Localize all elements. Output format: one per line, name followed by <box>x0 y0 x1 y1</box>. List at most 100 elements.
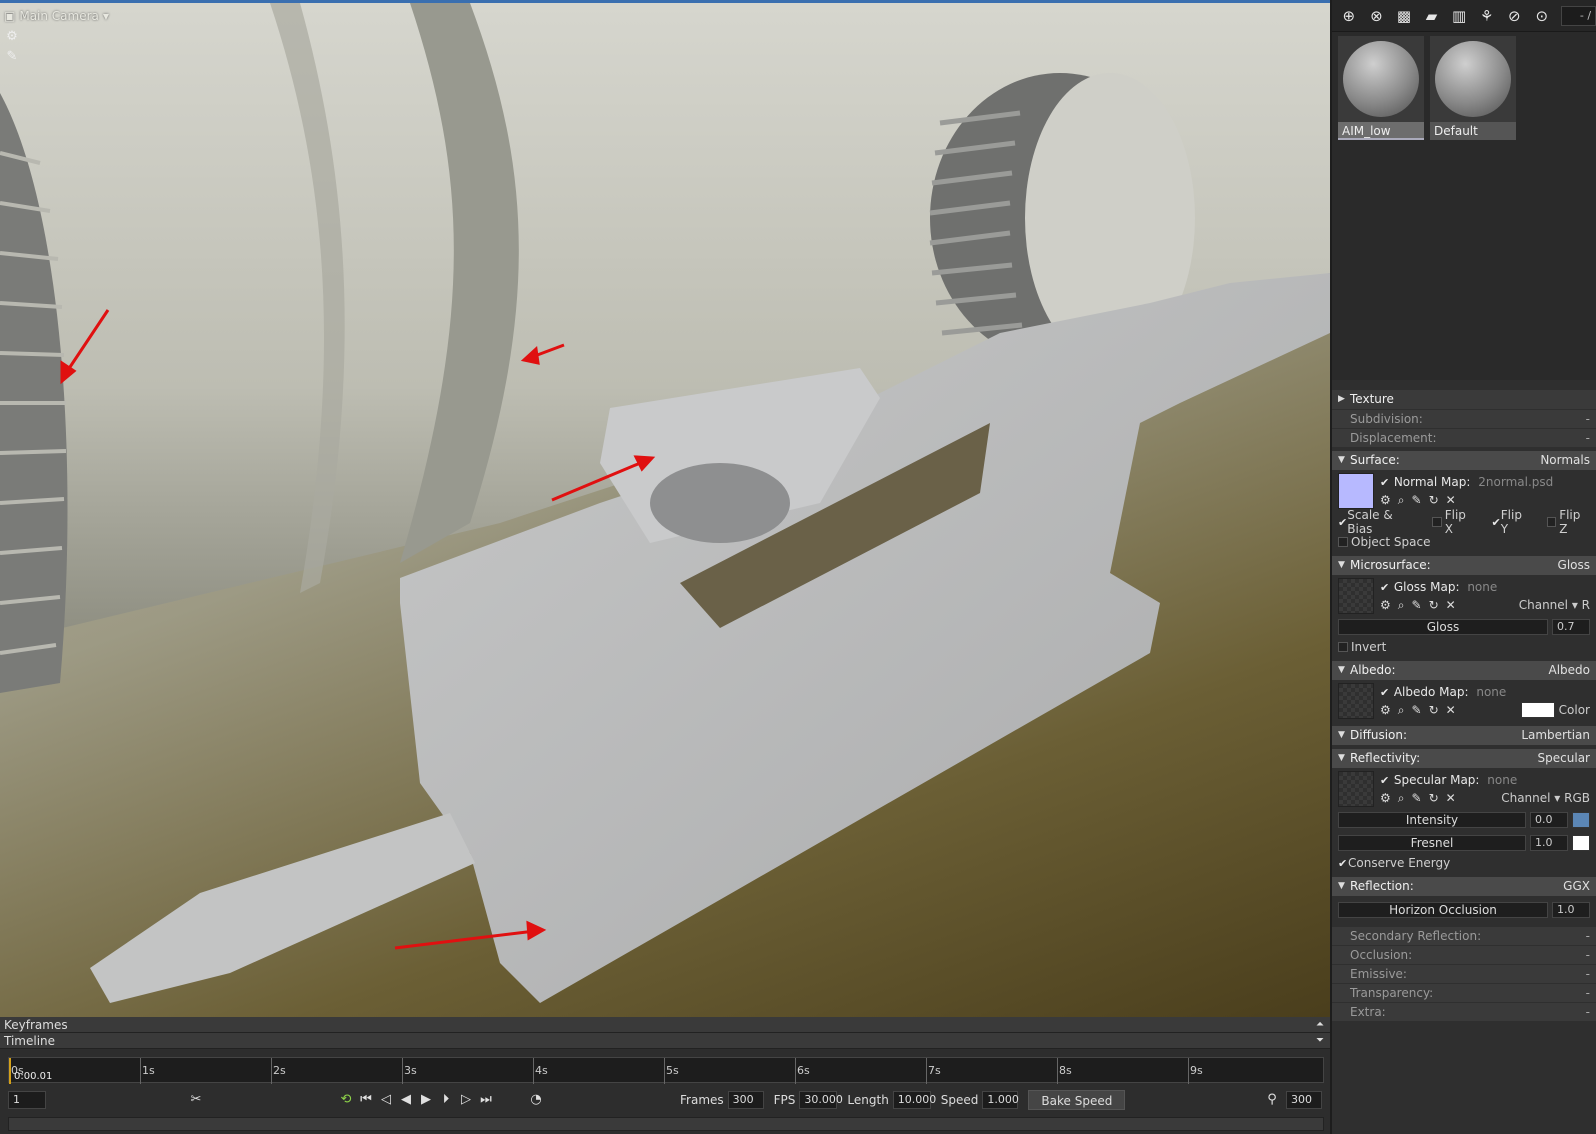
close-icon[interactable]: ✕ <box>1446 791 1456 805</box>
section-texture[interactable]: ▶ Texture <box>1332 390 1596 409</box>
section-surface[interactable]: ▼ Surface: Normals <box>1332 451 1596 470</box>
flip-x-checkbox[interactable] <box>1432 517 1442 527</box>
horizon-occlusion-value[interactable]: 1.0 <box>1552 902 1590 918</box>
search-icon[interactable]: ⌕ <box>1398 598 1405 613</box>
material-aim-low[interactable]: AIM_low <box>1338 36 1424 376</box>
pencil-icon[interactable]: ✎ <box>1412 598 1422 612</box>
timeline-ruler[interactable]: 0s 1s 2s 3s 4s 5s 6s 7s 8s 9s 0:00.01 <box>8 1057 1324 1084</box>
intensity-slider[interactable]: Intensity <box>1338 812 1526 828</box>
reflection-mode-dropdown[interactable]: GGX <box>1563 877 1596 896</box>
link-icon[interactable]: ⊙ <box>1531 5 1553 27</box>
horizon-occlusion-slider[interactable]: Horizon Occlusion <box>1338 902 1548 918</box>
loop-icon[interactable]: ⟲ <box>336 1090 356 1110</box>
check-icon[interactable]: ✔ <box>1380 474 1390 492</box>
check-icon[interactable]: ✔ <box>1380 772 1390 790</box>
section-secondary-reflection[interactable]: Secondary Reflection: - <box>1332 926 1596 945</box>
search-icon[interactable]: ⌕ <box>1398 791 1405 806</box>
surface-mode-dropdown[interactable]: Normals <box>1540 451 1596 470</box>
fresnel-value-field[interactable]: 1.0 <box>1530 835 1568 851</box>
add-icon[interactable]: ⊕ <box>1338 5 1360 27</box>
material-count-field[interactable]: - / <box>1560 5 1596 26</box>
section-extra[interactable]: Extra: - <box>1332 1002 1596 1021</box>
timeline-bar[interactable]: Timeline ⏷ <box>0 1033 1330 1049</box>
end-frame-field[interactable]: 300 <box>1286 1091 1322 1109</box>
intensity-value-field[interactable]: 0.0 <box>1530 812 1568 828</box>
close-icon[interactable]: ✕ <box>1446 493 1456 507</box>
speed-field[interactable]: 1.000 <box>982 1091 1019 1109</box>
invert-checkbox[interactable] <box>1338 642 1348 652</box>
merge-icon[interactable]: ⚘ <box>1476 5 1498 27</box>
length-field[interactable]: 10.000 <box>892 1091 936 1109</box>
duplicate-icon[interactable]: ⊗ <box>1366 5 1388 27</box>
play-icon[interactable]: ▶ <box>416 1090 436 1110</box>
section-albedo[interactable]: ▼ Albedo: Albedo <box>1332 661 1596 680</box>
gear-icon[interactable]: ⚙ <box>1380 703 1391 717</box>
albedo-color-swatch[interactable] <box>1520 702 1555 718</box>
section-reflectivity[interactable]: ▼ Reflectivity: Specular <box>1332 749 1596 768</box>
albedo-map-thumbnail[interactable] <box>1338 683 1374 719</box>
material-default[interactable]: Default <box>1430 36 1516 376</box>
fps-field[interactable]: 30.000 <box>799 1091 843 1109</box>
current-frame-field[interactable]: 1 <box>8 1091 46 1109</box>
gloss-slider[interactable]: Gloss <box>1338 619 1548 635</box>
frames-field[interactable]: 300 <box>727 1091 764 1109</box>
next-key-icon[interactable]: ▷ <box>456 1090 476 1110</box>
albedo-mode-dropdown[interactable]: Albedo <box>1548 661 1596 680</box>
refresh-icon[interactable]: ↻ <box>1429 703 1439 717</box>
specular-map-thumbnail[interactable] <box>1338 771 1374 807</box>
brush-icon[interactable]: ✎ <box>4 49 20 65</box>
scissors-icon[interactable]: ✂ <box>186 1090 206 1110</box>
playhead[interactable] <box>9 1058 11 1084</box>
gear-icon[interactable]: ⚙ <box>1380 493 1391 507</box>
microsurface-mode-dropdown[interactable]: Gloss <box>1558 556 1596 575</box>
check-icon[interactable]: ✔ <box>1380 579 1390 597</box>
section-diffusion[interactable]: ▼ Diffusion: Lambertian <box>1332 726 1596 745</box>
3d-viewport[interactable]: ▣ Main Camera ▼ ⚙ ✎ <box>0 3 1330 1017</box>
channel-dropdown[interactable]: Channel ▾ R <box>1519 598 1590 612</box>
camera-selector[interactable]: ▣ Main Camera ▼ <box>4 9 109 23</box>
expand-up-icon[interactable]: ⏶ <box>1316 1017 1324 1033</box>
folder-icon[interactable]: ▰ <box>1421 5 1443 27</box>
step-back-icon[interactable]: ◀ <box>396 1090 416 1110</box>
step-forward-icon[interactable]: ⏵ <box>436 1090 456 1110</box>
flip-z-checkbox[interactable] <box>1546 517 1557 527</box>
normal-map-thumbnail[interactable] <box>1338 473 1374 509</box>
select-icon[interactable]: ⊘ <box>1503 5 1525 27</box>
prev-key-icon[interactable]: ◁ <box>376 1090 396 1110</box>
diffusion-mode-dropdown[interactable]: Lambertian <box>1521 726 1596 745</box>
fresnel-slider[interactable]: Fresnel <box>1338 835 1526 851</box>
gloss-map-thumbnail[interactable] <box>1338 578 1374 614</box>
search-icon[interactable]: ⌕ <box>1398 703 1405 718</box>
collapse-down-icon[interactable]: ⏷ <box>1316 1033 1324 1049</box>
flip-y-checkbox[interactable]: ✔ <box>1492 516 1501 529</box>
section-transparency[interactable]: Transparency: - <box>1332 983 1596 1002</box>
skip-start-icon[interactable]: ⏮ <box>356 1090 376 1110</box>
pencil-icon[interactable]: ✎ <box>1412 493 1422 507</box>
section-displacement[interactable]: Displacement: - <box>1332 428 1596 447</box>
keyframes-bar[interactable]: Keyframes ⏶ <box>0 1017 1330 1033</box>
refresh-icon[interactable]: ↻ <box>1429 791 1439 805</box>
gear-icon[interactable]: ⚙ <box>1380 791 1391 805</box>
refresh-icon[interactable]: ↻ <box>1429 598 1439 612</box>
section-reflection[interactable]: ▼ Reflection: GGX <box>1332 877 1596 896</box>
pencil-icon[interactable]: ✎ <box>1412 791 1422 805</box>
trash-icon[interactable]: ▥ <box>1448 5 1470 27</box>
section-occlusion[interactable]: Occlusion: - <box>1332 945 1596 964</box>
close-icon[interactable]: ✕ <box>1446 598 1456 612</box>
channel-dropdown[interactable]: Channel ▾ RGB <box>1501 791 1590 805</box>
intensity-color-swatch[interactable] <box>1572 812 1590 828</box>
checker-icon[interactable]: ▩ <box>1393 5 1415 27</box>
skip-end-icon[interactable]: ⏭ <box>476 1090 496 1110</box>
conserve-energy-checkbox[interactable]: ✔ <box>1338 857 1348 870</box>
bake-speed-button[interactable]: Bake Speed <box>1028 1090 1126 1110</box>
gloss-value-field[interactable]: 0.7 <box>1552 619 1590 635</box>
gear-icon[interactable]: ⚙ <box>1380 598 1391 612</box>
close-icon[interactable]: ✕ <box>1446 703 1456 717</box>
link-icon[interactable]: ⚲ <box>1262 1090 1282 1110</box>
refresh-icon[interactable]: ↻ <box>1429 493 1439 507</box>
section-microsurface[interactable]: ▼ Microsurface: Gloss <box>1332 556 1596 575</box>
scale-bias-checkbox[interactable]: ✔ <box>1338 516 1347 529</box>
speed-gauge-icon[interactable]: ◔ <box>526 1090 546 1110</box>
search-icon[interactable]: ⌕ <box>1398 493 1405 508</box>
keyframe-track[interactable] <box>8 1117 1324 1131</box>
